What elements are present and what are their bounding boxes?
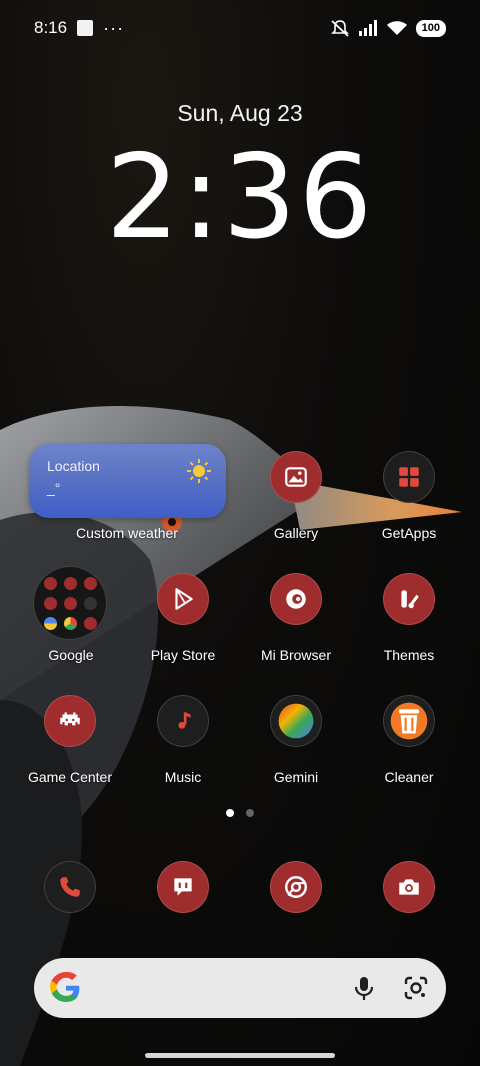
mi-browser-label: Mi Browser	[260, 647, 331, 663]
more-notifications-icon: ···	[103, 17, 125, 38]
chrome-app[interactable]	[270, 861, 322, 913]
game-center-label: Game Center	[27, 769, 113, 785]
battery-icon: 100	[415, 19, 446, 37]
cleaner-app[interactable]	[383, 695, 435, 747]
wifi-icon	[386, 21, 407, 35]
lock-date: Sun, Aug 23	[177, 100, 303, 126]
play-store-label: Play Store	[150, 647, 216, 663]
signal-icon	[358, 20, 377, 36]
brush-icon	[401, 590, 419, 609]
gallery-app[interactable]	[270, 451, 322, 503]
messages-app[interactable]	[157, 861, 209, 913]
weather-widget[interactable]: Location _°	[29, 444, 226, 518]
folder-app-icon	[63, 596, 77, 610]
camera-app[interactable]	[383, 861, 435, 913]
folder-app-icon	[43, 576, 57, 590]
gemini-app[interactable]	[270, 695, 322, 747]
play-icon	[175, 588, 193, 610]
sun-icon	[187, 459, 211, 483]
weather-location: Location	[47, 458, 100, 474]
lens-button[interactable]	[402, 974, 430, 1002]
gemini-label: Gemini	[273, 769, 319, 785]
clock[interactable]: 2:36	[0, 130, 480, 265]
google-label: Google	[48, 647, 94, 663]
folder-app-icon	[43, 596, 57, 610]
page-indicator[interactable]	[0, 809, 480, 817]
gesture-nav-bar[interactable]	[145, 1053, 335, 1058]
mic-button[interactable]	[350, 974, 378, 1002]
google-logo	[50, 972, 80, 1002]
gemini-icon	[278, 703, 314, 739]
folder-app-icon	[63, 576, 77, 590]
grid-icon	[399, 467, 419, 487]
message-icon	[174, 878, 192, 896]
camera-icon	[399, 879, 419, 895]
phone-icon	[60, 877, 80, 897]
getapps-label: GetApps	[381, 525, 437, 541]
status-bar: 8:16 ··· 100	[0, 0, 480, 56]
page-dot[interactable]	[246, 809, 254, 817]
mi-browser-app[interactable]	[270, 573, 322, 625]
music-label: Music	[164, 769, 202, 785]
folder-app-icon	[83, 576, 97, 590]
chrome-icon	[285, 876, 307, 898]
google-folder[interactable]	[33, 566, 107, 640]
google-search-bar[interactable]	[34, 958, 446, 1018]
image-icon	[285, 467, 307, 487]
page-dot-active[interactable]	[226, 809, 234, 817]
gallery-label: Gallery	[273, 525, 319, 541]
weather-widget-label: Custom weather	[76, 525, 178, 541]
phone-app[interactable]	[44, 861, 96, 913]
cleaner-label: Cleaner	[384, 769, 434, 785]
silent-icon	[330, 20, 349, 37]
notification-icon	[77, 20, 94, 36]
themes-label: Themes	[383, 647, 435, 663]
folder-app-icon	[83, 616, 97, 630]
mic-icon	[354, 977, 374, 1000]
folder-app-icon	[63, 616, 77, 630]
music-app[interactable]	[157, 695, 209, 747]
music-note-icon	[178, 712, 191, 729]
invader-icon	[60, 712, 80, 726]
folder-app-icon	[43, 616, 57, 630]
trash-icon	[390, 702, 428, 740]
play-store-app[interactable]	[157, 573, 209, 625]
weather-temperature: _°	[47, 480, 61, 496]
browser-icon	[286, 589, 306, 609]
folder-app-icon	[83, 596, 97, 610]
themes-app[interactable]	[383, 573, 435, 625]
lens-icon	[404, 976, 428, 1000]
getapps-app[interactable]	[383, 451, 435, 503]
game-center-app[interactable]	[44, 695, 96, 747]
status-time: 8:16	[34, 18, 68, 37]
